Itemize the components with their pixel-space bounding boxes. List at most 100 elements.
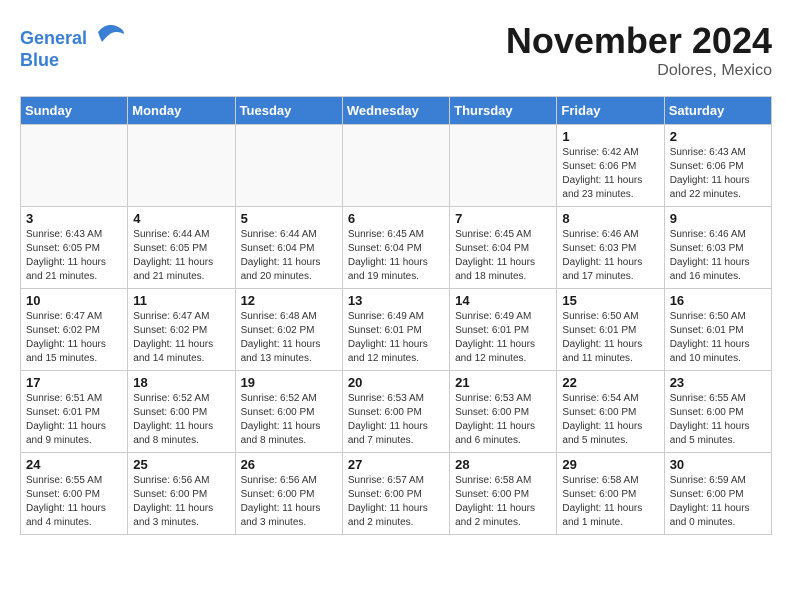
day-number: 12	[241, 293, 337, 308]
day-number: 3	[26, 211, 122, 226]
day-number: 6	[348, 211, 444, 226]
calendar-cell: 26 Sunrise: 6:56 AM Sunset: 6:00 PM Dayli…	[235, 453, 342, 535]
calendar-cell	[342, 125, 449, 207]
day-number: 17	[26, 375, 122, 390]
day-number: 29	[562, 457, 658, 472]
day-info: Sunrise: 6:52 AM Sunset: 6:00 PM Dayligh…	[133, 392, 229, 448]
day-info: Sunrise: 6:44 AM Sunset: 6:05 PM Dayligh…	[133, 228, 229, 284]
calendar-week-3: 10Sunrise: 6:47 AM Sunset: 6:02 PM Dayli…	[21, 289, 772, 371]
day-number: 4	[133, 211, 229, 226]
day-number: 20	[348, 375, 444, 390]
day-info: Sunrise: 6:44 AM Sunset: 6:04 PM Dayligh…	[241, 228, 337, 284]
calendar-cell: 29 Sunrise: 6:58 AM Sunset: 6:00 PM Dayli…	[557, 453, 664, 535]
day-info: Sunrise: 6:43 AM Sunset: 6:06 PM Dayligh…	[670, 146, 766, 202]
weekday-header-sunday: Sunday	[21, 97, 128, 125]
day-number: 27	[348, 457, 444, 472]
calendar-cell: 27 Sunrise: 6:57 AM Sunset: 6:00 PM Dayli…	[342, 453, 449, 535]
day-number: 19	[241, 375, 337, 390]
day-info: Sunrise: 6:45 AM Sunset: 6:04 PM Dayligh…	[455, 228, 551, 284]
day-info: Sunrise: 6:50 AM Sunset: 6:01 PM Dayligh…	[562, 310, 658, 366]
calendar-cell: 12 Sunrise: 6:48 AM Sunset: 6:02 PM Dayli…	[235, 289, 342, 371]
day-number: 11	[133, 293, 229, 308]
day-info: Sunrise: 6:53 AM Sunset: 6:00 PM Dayligh…	[455, 392, 551, 448]
calendar-cell	[21, 125, 128, 207]
day-info: Sunrise: 6:49 AM Sunset: 6:01 PM Dayligh…	[455, 310, 551, 366]
calendar-cell: 24Sunrise: 6:55 AM Sunset: 6:00 PM Dayli…	[21, 453, 128, 535]
calendar-cell: 4 Sunrise: 6:44 AM Sunset: 6:05 PM Daylig…	[128, 207, 235, 289]
day-number: 7	[455, 211, 551, 226]
calendar-cell	[450, 125, 557, 207]
day-info: Sunrise: 6:45 AM Sunset: 6:04 PM Dayligh…	[348, 228, 444, 284]
calendar-cell: 5 Sunrise: 6:44 AM Sunset: 6:04 PM Daylig…	[235, 207, 342, 289]
calendar-table: SundayMondayTuesdayWednesdayThursdayFrid…	[20, 96, 772, 535]
calendar-cell: 11Sunrise: 6:47 AM Sunset: 6:02 PM Dayli…	[128, 289, 235, 371]
day-number: 14	[455, 293, 551, 308]
day-number: 30	[670, 457, 766, 472]
calendar-cell: 10Sunrise: 6:47 AM Sunset: 6:02 PM Dayli…	[21, 289, 128, 371]
weekday-header-friday: Friday	[557, 97, 664, 125]
day-info: Sunrise: 6:57 AM Sunset: 6:00 PM Dayligh…	[348, 474, 444, 530]
title-block: November 2024 Dolores, Mexico	[506, 20, 772, 80]
weekday-header-thursday: Thursday	[450, 97, 557, 125]
calendar-cell: 16 Sunrise: 6:50 AM Sunset: 6:01 PM Dayli…	[664, 289, 771, 371]
day-info: Sunrise: 6:56 AM Sunset: 6:00 PM Dayligh…	[133, 474, 229, 530]
day-number: 13	[348, 293, 444, 308]
calendar-cell: 14 Sunrise: 6:49 AM Sunset: 6:01 PM Dayli…	[450, 289, 557, 371]
day-number: 1	[562, 129, 658, 144]
logo-blue-text: Blue	[20, 50, 126, 72]
day-number: 15	[562, 293, 658, 308]
day-number: 25	[133, 457, 229, 472]
day-info: Sunrise: 6:51 AM Sunset: 6:01 PM Dayligh…	[26, 392, 122, 448]
calendar-cell: 25 Sunrise: 6:56 AM Sunset: 6:00 PM Dayli…	[128, 453, 235, 535]
calendar-week-4: 17 Sunrise: 6:51 AM Sunset: 6:01 PM Dayli…	[21, 371, 772, 453]
calendar-cell: 20 Sunrise: 6:53 AM Sunset: 6:00 PM Dayli…	[342, 371, 449, 453]
day-info: Sunrise: 6:55 AM Sunset: 6:00 PM Dayligh…	[26, 474, 122, 530]
day-info: Sunrise: 6:50 AM Sunset: 6:01 PM Dayligh…	[670, 310, 766, 366]
calendar-cell: 1 Sunrise: 6:42 AM Sunset: 6:06 PM Daylig…	[557, 125, 664, 207]
day-info: Sunrise: 6:53 AM Sunset: 6:00 PM Dayligh…	[348, 392, 444, 448]
day-number: 23	[670, 375, 766, 390]
page-header: General Blue November 2024 Dolores, Mexi…	[20, 20, 772, 80]
day-info: Sunrise: 6:54 AM Sunset: 6:00 PM Dayligh…	[562, 392, 658, 448]
calendar-cell: 21Sunrise: 6:53 AM Sunset: 6:00 PM Dayli…	[450, 371, 557, 453]
calendar-cell	[128, 125, 235, 207]
weekday-header-row: SundayMondayTuesdayWednesdayThursdayFrid…	[21, 97, 772, 125]
day-info: Sunrise: 6:42 AM Sunset: 6:06 PM Dayligh…	[562, 146, 658, 202]
month-title: November 2024	[506, 20, 772, 62]
day-info: Sunrise: 6:48 AM Sunset: 6:02 PM Dayligh…	[241, 310, 337, 366]
logo-text: General	[20, 20, 126, 50]
weekday-header-saturday: Saturday	[664, 97, 771, 125]
calendar-cell: 7 Sunrise: 6:45 AM Sunset: 6:04 PM Daylig…	[450, 207, 557, 289]
calendar-cell: 19Sunrise: 6:52 AM Sunset: 6:00 PM Dayli…	[235, 371, 342, 453]
day-info: Sunrise: 6:49 AM Sunset: 6:01 PM Dayligh…	[348, 310, 444, 366]
day-number: 9	[670, 211, 766, 226]
day-number: 2	[670, 129, 766, 144]
day-number: 22	[562, 375, 658, 390]
day-number: 18	[133, 375, 229, 390]
day-number: 16	[670, 293, 766, 308]
logo-bird-icon	[96, 20, 126, 44]
day-number: 8	[562, 211, 658, 226]
calendar-cell: 3Sunrise: 6:43 AM Sunset: 6:05 PM Daylig…	[21, 207, 128, 289]
calendar-cell: 9Sunrise: 6:46 AM Sunset: 6:03 PM Daylig…	[664, 207, 771, 289]
day-info: Sunrise: 6:56 AM Sunset: 6:00 PM Dayligh…	[241, 474, 337, 530]
calendar-week-5: 24Sunrise: 6:55 AM Sunset: 6:00 PM Dayli…	[21, 453, 772, 535]
calendar-week-2: 3Sunrise: 6:43 AM Sunset: 6:05 PM Daylig…	[21, 207, 772, 289]
day-number: 26	[241, 457, 337, 472]
day-info: Sunrise: 6:47 AM Sunset: 6:02 PM Dayligh…	[26, 310, 122, 366]
calendar-cell: 6 Sunrise: 6:45 AM Sunset: 6:04 PM Daylig…	[342, 207, 449, 289]
logo: General Blue	[20, 20, 126, 71]
day-info: Sunrise: 6:58 AM Sunset: 6:00 PM Dayligh…	[455, 474, 551, 530]
day-info: Sunrise: 6:58 AM Sunset: 6:00 PM Dayligh…	[562, 474, 658, 530]
day-number: 5	[241, 211, 337, 226]
weekday-header-wednesday: Wednesday	[342, 97, 449, 125]
calendar-cell: 8Sunrise: 6:46 AM Sunset: 6:03 PM Daylig…	[557, 207, 664, 289]
calendar-cell: 18 Sunrise: 6:52 AM Sunset: 6:00 PM Dayli…	[128, 371, 235, 453]
calendar-cell: 2 Sunrise: 6:43 AM Sunset: 6:06 PM Daylig…	[664, 125, 771, 207]
calendar-cell	[235, 125, 342, 207]
weekday-header-monday: Monday	[128, 97, 235, 125]
location-subtitle: Dolores, Mexico	[506, 62, 772, 80]
day-number: 28	[455, 457, 551, 472]
day-info: Sunrise: 6:59 AM Sunset: 6:00 PM Dayligh…	[670, 474, 766, 530]
calendar-cell: 22 Sunrise: 6:54 AM Sunset: 6:00 PM Dayli…	[557, 371, 664, 453]
